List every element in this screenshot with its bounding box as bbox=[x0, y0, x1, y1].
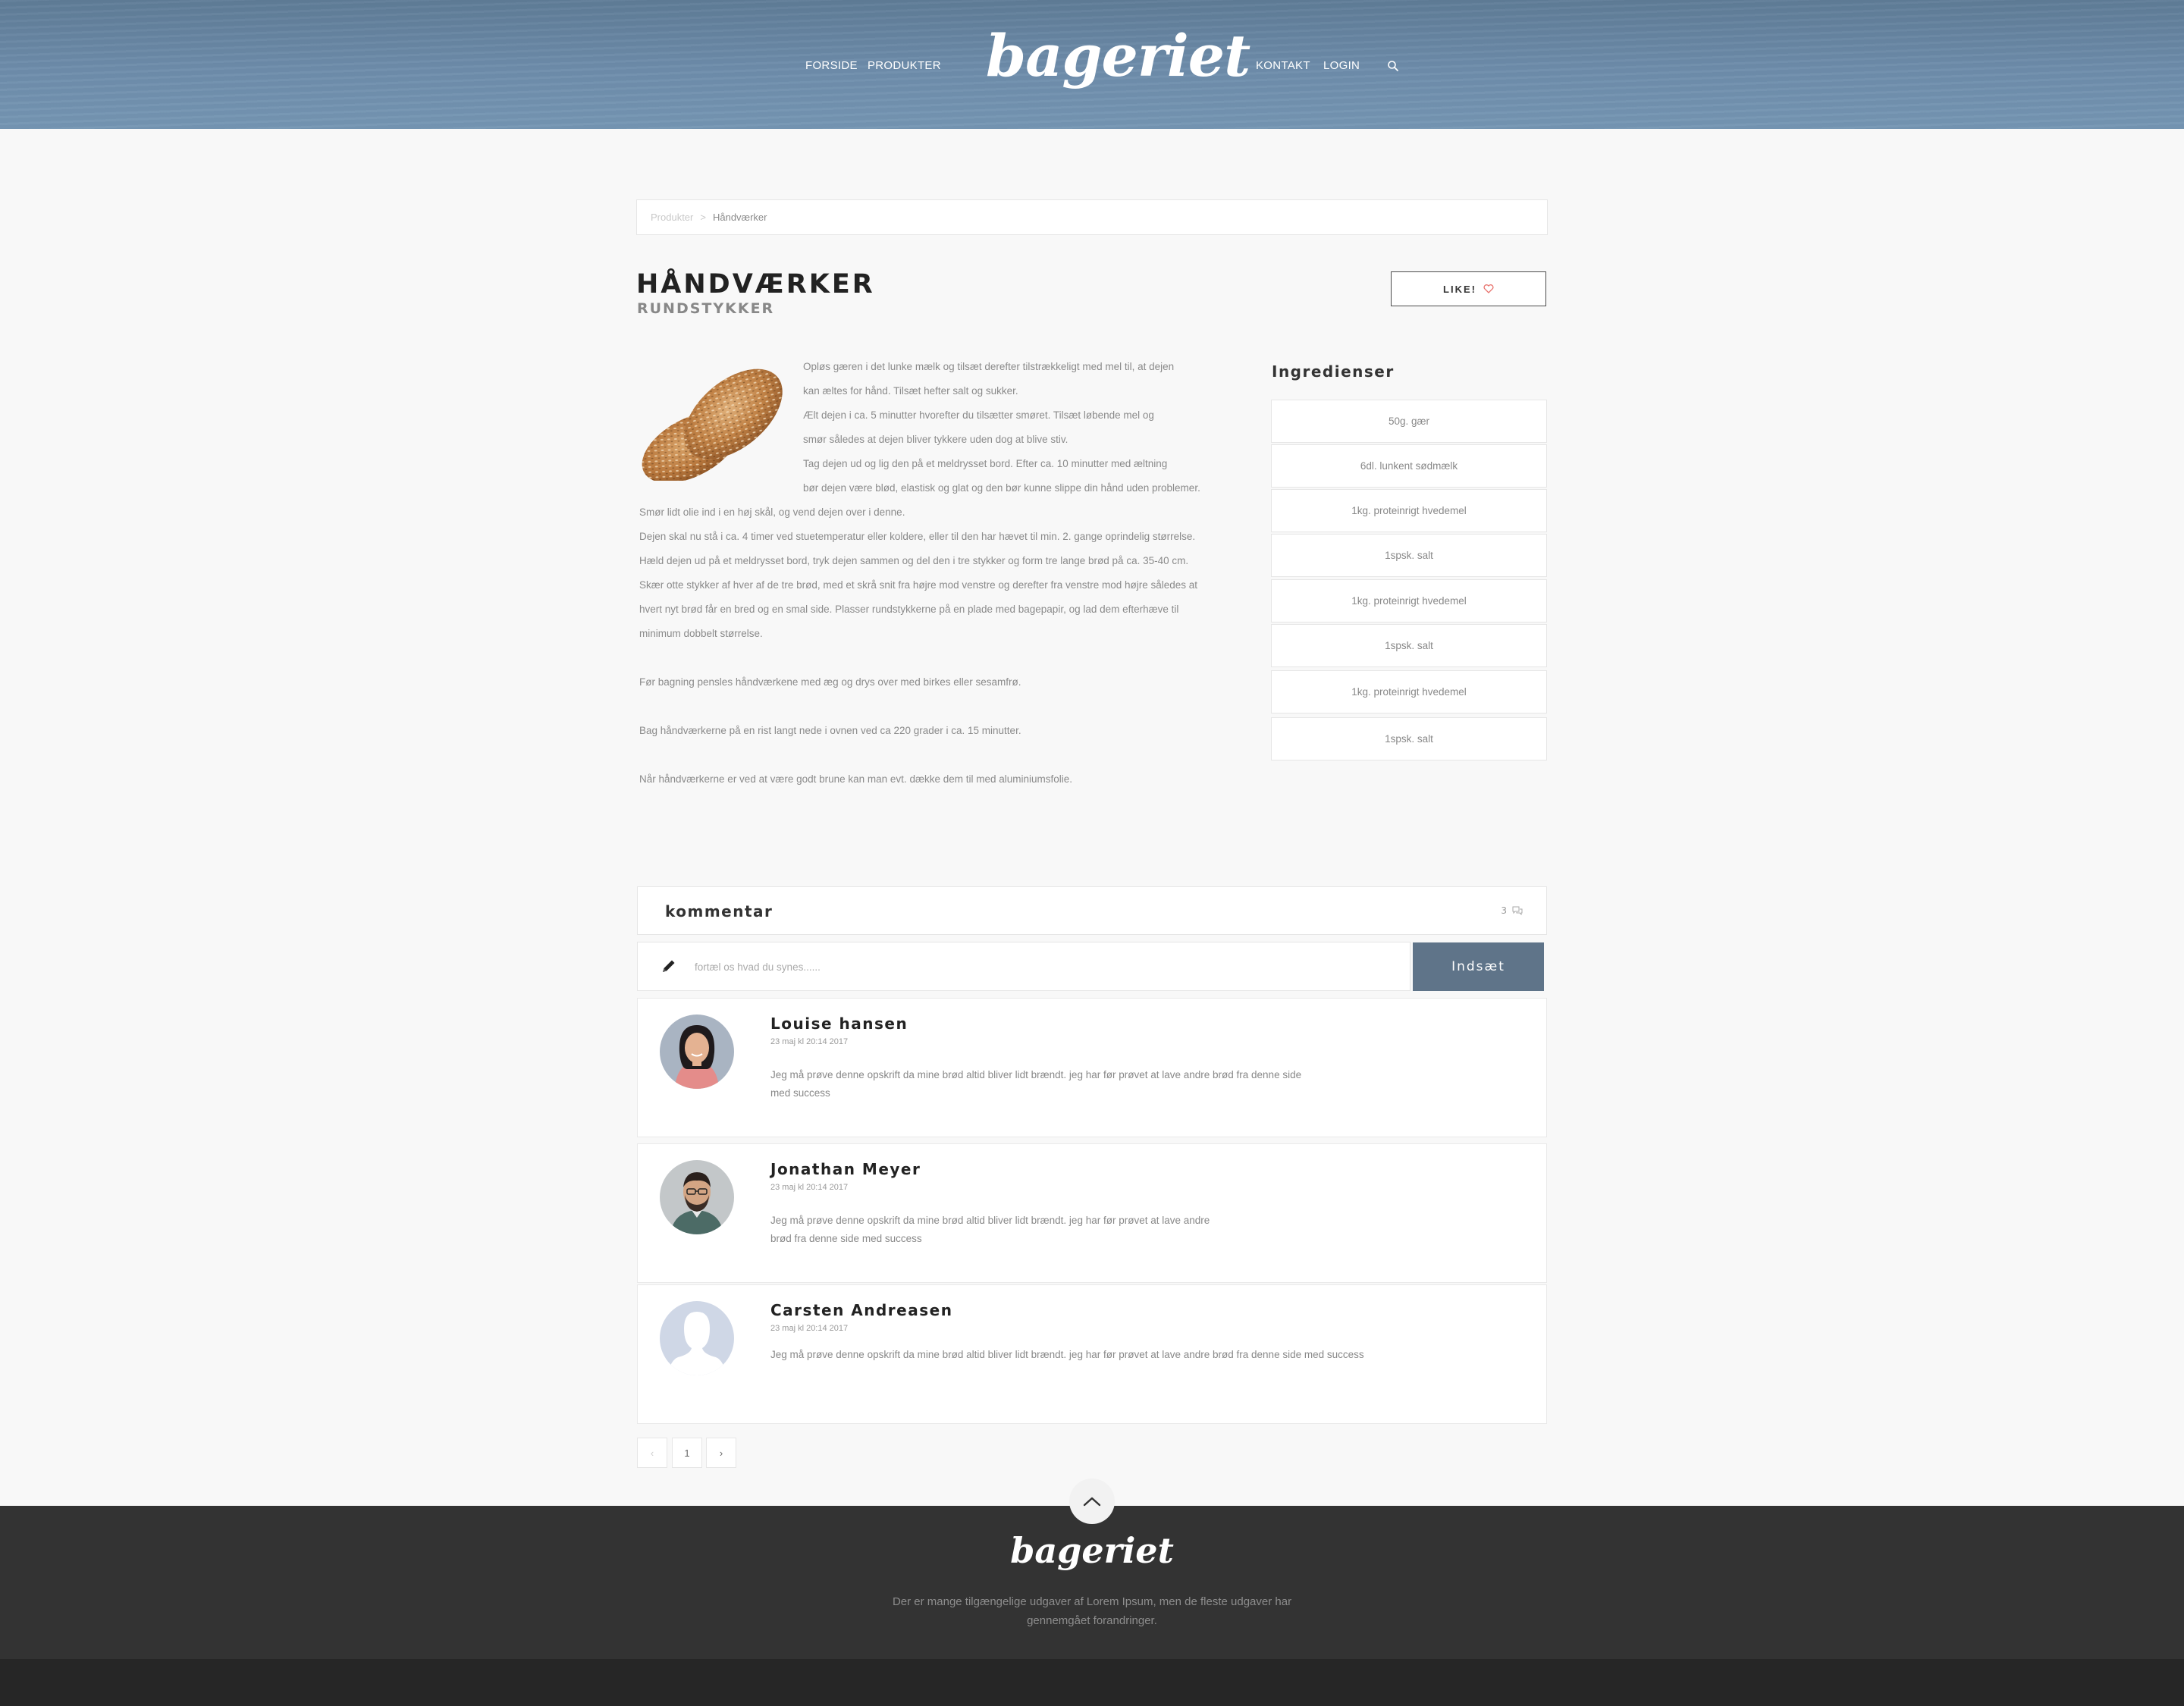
site-logo[interactable]: bageriet bbox=[986, 27, 1250, 85]
ingredient-item: 6dl. lunkent sødmælk bbox=[1271, 444, 1547, 488]
recipe-line: Hæld dejen ud på et meldrysset bord, try… bbox=[639, 555, 1189, 566]
avatar bbox=[660, 1301, 734, 1375]
recipe-line: Når håndværkerne er ved at være godt bru… bbox=[639, 773, 1073, 785]
pagination-next-button[interactable]: › bbox=[706, 1438, 736, 1468]
ingredient-item: 1spsk. salt bbox=[1271, 534, 1547, 577]
ingredient-item: 1spsk. salt bbox=[1271, 717, 1547, 760]
comment-item: Jonathan Meyer 23 maj kl 20:14 2017 Jeg … bbox=[637, 1143, 1547, 1283]
ingredients-title: Ingredienser bbox=[1272, 362, 1395, 381]
pagination-page-1[interactable]: 1 bbox=[672, 1438, 702, 1468]
footer-text-line: gennemgået forandringer. bbox=[1027, 1614, 1157, 1627]
breadcrumb-separator: > bbox=[700, 212, 706, 223]
comments-count-value: 3 bbox=[1501, 905, 1507, 916]
recipe-line: minimum dobbelt størrelse. bbox=[639, 628, 763, 639]
recipe-line: Før bagning pensles håndværkene med æg o… bbox=[639, 676, 1021, 688]
avatar bbox=[660, 1160, 734, 1234]
footer-logo[interactable]: bageriet bbox=[978, 1533, 1206, 1568]
ingredient-item: 50g. gær bbox=[1271, 400, 1547, 443]
comment-text: Jeg må prøve denne opskrift da mine brød… bbox=[770, 1215, 1210, 1226]
nav-login[interactable]: LOGIN bbox=[1323, 59, 1360, 72]
recipe-line: Ælt dejen i ca. 5 minutter hvorefter du … bbox=[803, 409, 1154, 421]
nav-kontakt[interactable]: KONTAKT bbox=[1256, 59, 1310, 72]
ingredient-item: 1spsk. salt bbox=[1271, 624, 1547, 667]
footer-text-line: Der er mange tilgængelige udgaver af Lor… bbox=[892, 1595, 1292, 1608]
comments-title: kommentar bbox=[665, 902, 774, 920]
avatar bbox=[660, 1015, 734, 1089]
recipe-line: kan æltes for hånd. Tilsæt hefter salt o… bbox=[803, 385, 1018, 397]
comment-text: Jeg må prøve denne opskrift da mine brød… bbox=[770, 1069, 1302, 1080]
recipe-line: Smør lidt olie ind i en høj skål, og ven… bbox=[639, 506, 905, 518]
comment-author: Louise hansen bbox=[770, 1015, 908, 1033]
product-subtitle: RUNDSTYKKER bbox=[637, 300, 775, 317]
breadcrumb-link-produkter[interactable]: Produkter bbox=[651, 212, 693, 223]
recipe-line: smør således at dejen bliver tykkere ude… bbox=[803, 434, 1068, 445]
pagination-prev-button[interactable]: ‹ bbox=[637, 1438, 667, 1468]
breadcrumb-current: Håndværker bbox=[712, 212, 767, 223]
comment-text: med success bbox=[770, 1087, 830, 1099]
footer bbox=[0, 1506, 2184, 1659]
ingredient-item: 1kg. proteinrigt hvedemel bbox=[1271, 489, 1547, 532]
nav-forside[interactable]: FORSIDE bbox=[805, 59, 858, 72]
breadcrumb: Produkter > Håndværker bbox=[636, 199, 1548, 235]
footer-bottom-bar bbox=[0, 1659, 2184, 1706]
like-button[interactable]: LIKE! bbox=[1391, 271, 1546, 306]
comment-text: Jeg må prøve denne opskrift da mine brød… bbox=[770, 1349, 1364, 1360]
speech-bubbles-icon bbox=[1512, 906, 1523, 915]
heart-icon bbox=[1483, 284, 1494, 293]
chevron-up-icon bbox=[1083, 1497, 1101, 1507]
product-image bbox=[636, 362, 792, 483]
comment-item: Carsten Andreasen 23 maj kl 20:14 2017 J… bbox=[637, 1284, 1547, 1424]
recipe-line: bør dejen være blød, elastisk og glat og… bbox=[803, 482, 1200, 494]
comment-author: Carsten Andreasen bbox=[770, 1301, 953, 1319]
product-title: HÅNDVÆRKER bbox=[636, 269, 875, 299]
comment-text: brød fra denne side med success bbox=[770, 1233, 922, 1244]
comments-header: kommentar 3 bbox=[637, 886, 1547, 935]
comment-date: 23 maj kl 20:14 2017 bbox=[770, 1324, 849, 1333]
scroll-to-top-button[interactable] bbox=[1069, 1479, 1115, 1524]
search-icon[interactable] bbox=[1387, 60, 1399, 72]
comment-author: Jonathan Meyer bbox=[770, 1160, 921, 1178]
comments-count: 3 bbox=[1501, 905, 1523, 916]
recipe-line: Bag håndværkerne på en rist langt nede i… bbox=[639, 725, 1021, 736]
comment-input[interactable] bbox=[695, 953, 1377, 980]
footer-text: Der er mange tilgængelige udgaver af Lor… bbox=[864, 1592, 1320, 1630]
nav-produkter[interactable]: PRODUKTER bbox=[868, 59, 941, 72]
recipe-line: hvert nyt brød får en bred og en smal si… bbox=[639, 604, 1179, 615]
ingredient-item: 1kg. proteinrigt hvedemel bbox=[1271, 670, 1547, 713]
ingredient-item: 1kg. proteinrigt hvedemel bbox=[1271, 579, 1547, 623]
like-button-label: LIKE! bbox=[1443, 283, 1476, 295]
comment-form bbox=[637, 942, 1410, 991]
comment-date: 23 maj kl 20:14 2017 bbox=[770, 1037, 849, 1046]
pencil-icon bbox=[661, 958, 677, 977]
recipe-line: Opløs gæren i det lunke mælk og tilsæt d… bbox=[803, 361, 1175, 372]
recipe-line: Tag dejen ud og lig den på et meldrysset… bbox=[803, 458, 1168, 469]
recipe-line: Dejen skal nu stå i ca. 4 timer ved stue… bbox=[639, 531, 1196, 542]
comment-date: 23 maj kl 20:14 2017 bbox=[770, 1183, 849, 1192]
recipe-line: Skær otte stykker af hver af de tre brød… bbox=[639, 579, 1198, 591]
submit-comment-button[interactable]: Indsæt bbox=[1413, 942, 1544, 991]
comment-item: Louise hansen 23 maj kl 20:14 2017 Jeg m… bbox=[637, 998, 1547, 1137]
